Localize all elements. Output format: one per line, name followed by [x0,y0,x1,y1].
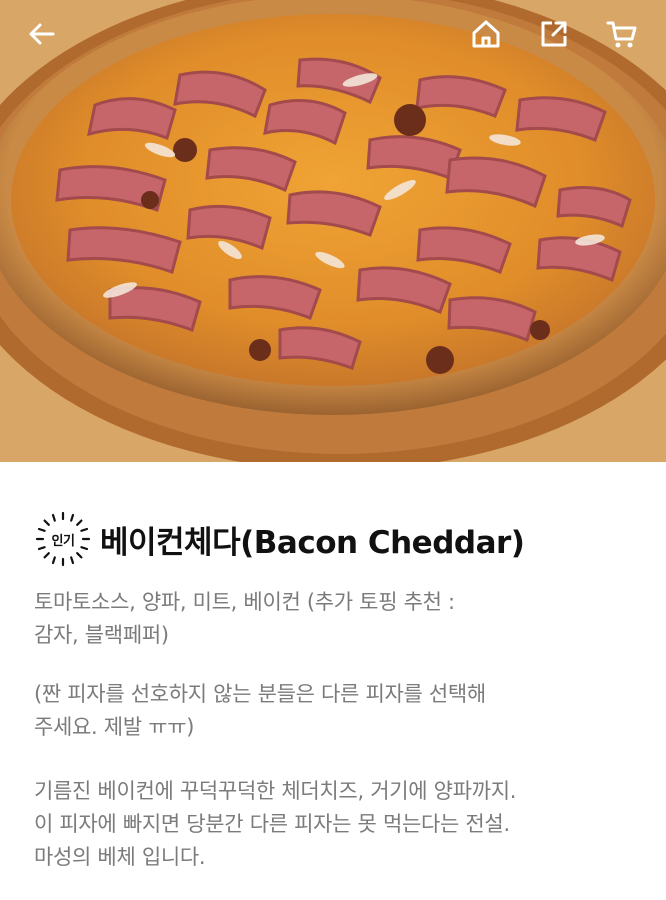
home-icon [472,20,500,48]
arrow-left-icon [29,23,55,45]
cart-button[interactable] [600,12,644,56]
description-line: 이 피자에 빠지면 당분간 다른 피자는 못 먹는다는 전설. [34,812,510,836]
description-line: 기름진 베이컨에 꾸덕꾸덕한 체더치즈, 거기에 양파까지. [34,779,517,803]
title-row: 인기 베이컨체다(Bacon Cheddar) [34,508,644,570]
share-icon [541,21,567,47]
share-button[interactable] [532,12,576,56]
product-info: 인기 베이컨체다(Bacon Cheddar) 토마토소스, 양파, 미트, 베… [34,508,644,874]
popular-badge: 인기 [34,510,92,568]
home-button[interactable] [464,12,508,56]
note-line: (짠 피자를 선호하지 않는 분들은 다른 피자를 선택해 [34,682,486,706]
note-line: 주세요. 제발 ㅠㅠ) [34,715,195,739]
ingredients-line: 토마토소스, 양파, 미트, 베이컨 (추가 토핑 추천 : [34,590,455,614]
note-text: (짠 피자를 선호하지 않는 분들은 다른 피자를 선택해 주세요. 제발 ㅠㅠ… [34,678,644,744]
description-line: 마성의 베체 입니다. [34,845,206,869]
back-button[interactable] [20,12,64,56]
product-title: 베이컨체다(Bacon Cheddar) [100,524,525,561]
ingredients-line: 감자, 블랙페퍼) [34,623,169,647]
description-text: 기름진 베이컨에 꾸덕꾸덕한 체더치즈, 거기에 양파까지. 이 피자에 빠지면… [34,775,644,874]
top-navigation-bar [0,0,666,70]
cart-icon [606,21,637,48]
popular-badge-label: 인기 [51,533,75,549]
ingredients-text: 토마토소스, 양파, 미트, 베이컨 (추가 토핑 추천 : 감자, 블랙페퍼) [34,586,644,652]
